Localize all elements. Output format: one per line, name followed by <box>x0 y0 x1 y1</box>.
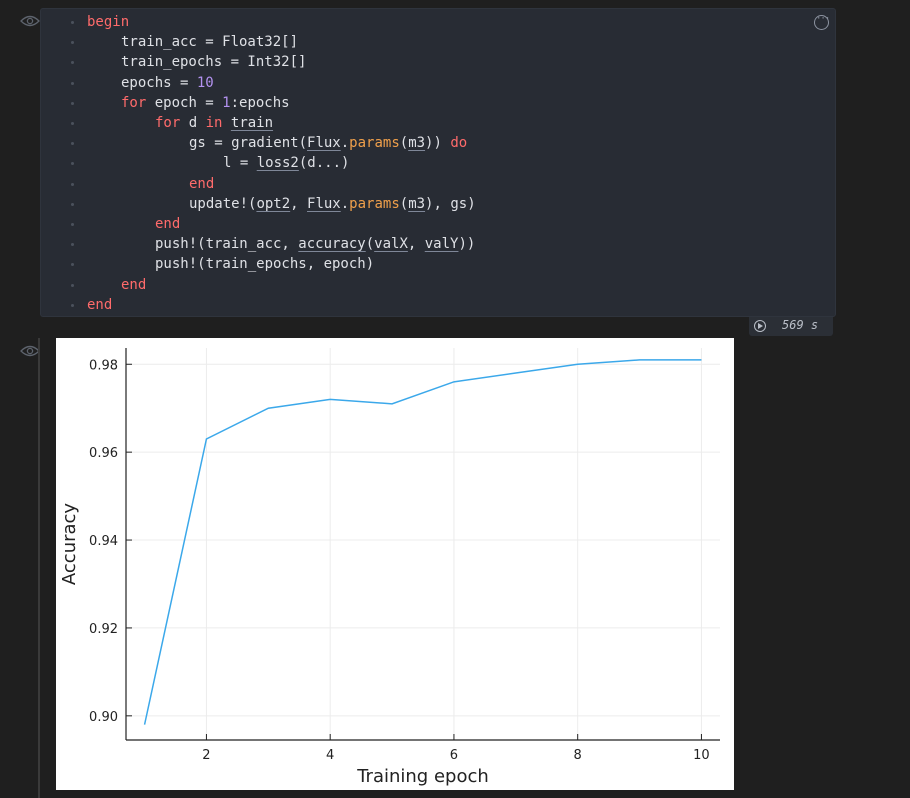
code-token: push!(train_epochs, epoch) <box>155 256 374 272</box>
code-token: opt2 <box>256 196 290 212</box>
code-token: begin <box>87 14 129 30</box>
code-line[interactable]: l = loss2(d...) <box>223 153 349 173</box>
code-token: . <box>341 135 349 151</box>
accuracy-series-line <box>145 360 702 725</box>
line-gutter-dot <box>71 142 74 145</box>
line-gutter-dot <box>71 162 74 165</box>
code-token: loss2 <box>257 155 299 171</box>
code-token: , <box>290 196 307 212</box>
code-token: )) <box>425 135 450 151</box>
code-token: train_epochs = Int32[] <box>121 54 306 70</box>
x-axis-label: Training epoch <box>356 766 489 787</box>
line-gutter-dot <box>71 243 74 246</box>
code-token <box>222 115 230 131</box>
code-token: ), gs) <box>425 196 476 212</box>
code-token: 1 <box>222 95 230 111</box>
code-line[interactable]: push!(train_epochs, epoch) <box>155 254 374 274</box>
code-line[interactable]: gs = gradient(Flux.params(m3)) do <box>189 133 467 153</box>
code-token: epochs = <box>121 75 197 91</box>
code-token: params <box>349 196 400 212</box>
x-tick-label: 4 <box>326 748 334 763</box>
code-line[interactable]: update!(opt2, Flux.params(m3), gs) <box>189 194 476 214</box>
code-line[interactable]: push!(train_acc, accuracy(valX, valY)) <box>155 234 475 254</box>
eye-icon[interactable] <box>20 344 40 358</box>
code-token: m3 <box>408 196 425 212</box>
x-tick-label: 10 <box>693 748 710 763</box>
code-line[interactable]: train_acc = Float32[] <box>121 32 298 52</box>
line-gutter-dot <box>71 263 74 266</box>
cell-menu-button[interactable] <box>814 15 829 30</box>
code-token: (d...) <box>299 155 350 171</box>
code-token: end <box>87 297 112 313</box>
y-tick-label: 0.96 <box>89 446 118 461</box>
x-tick-label: 6 <box>450 748 458 763</box>
y-tick-label: 0.94 <box>89 534 118 549</box>
code-token: epoch = <box>146 95 222 111</box>
line-gutter-dot <box>71 61 74 64</box>
accuracy-line-chart: 0.90 0.92 0.94 0.96 0.98 2 4 6 8 10 Training epoch… <box>56 338 734 790</box>
code-token: for <box>155 115 180 131</box>
code-token: do <box>450 135 467 151</box>
code-token: end <box>121 277 146 293</box>
code-line[interactable]: train_epochs = Int32[] <box>121 52 306 72</box>
code-line[interactable]: epochs = 10 <box>121 73 214 93</box>
line-gutter-dot <box>71 21 74 24</box>
code-token: ( <box>400 135 408 151</box>
code-token: train_acc = Float32[] <box>121 34 298 50</box>
code-token: push!(train_acc, <box>155 236 298 252</box>
code-token: Flux <box>307 196 341 212</box>
y-tick-label: 0.92 <box>89 622 118 637</box>
code-line[interactable]: for epoch = 1:epochs <box>121 93 290 113</box>
code-token: l = <box>223 155 257 171</box>
code-line[interactable]: end <box>121 275 146 295</box>
y-axis-label: Accuracy <box>59 503 80 586</box>
eye-icon[interactable] <box>20 14 40 28</box>
x-tick-label: 2 <box>202 748 210 763</box>
code-token: ( <box>366 236 374 252</box>
plot-output: 0.90 0.92 0.94 0.96 0.98 2 4 6 8 10 Training epoch… <box>56 338 734 790</box>
code-token: Flux <box>307 135 341 151</box>
code-token: valY <box>425 236 459 252</box>
code-line[interactable]: begin <box>87 12 129 32</box>
code-token: gs = gradient( <box>189 135 307 151</box>
code-token: , <box>408 236 425 252</box>
code-token: train <box>231 115 273 131</box>
y-tick-label: 0.98 <box>89 358 118 373</box>
output-cell-bar[interactable] <box>38 338 40 798</box>
code-token: for <box>121 95 146 111</box>
line-gutter-dot <box>71 203 74 206</box>
x-tick-label: 8 <box>574 748 582 763</box>
code-token: accuracy <box>298 236 365 252</box>
code-token: :epochs <box>231 95 290 111</box>
line-gutter-dot <box>71 41 74 44</box>
code-token: ( <box>400 196 408 212</box>
line-gutter-dot <box>71 223 74 226</box>
code-token: end <box>189 176 214 192</box>
play-icon[interactable] <box>754 320 766 332</box>
y-tick-label: 0.90 <box>89 710 118 725</box>
code-token: in <box>206 115 223 131</box>
code-line[interactable]: end <box>189 174 214 194</box>
code-line[interactable]: end <box>87 295 112 315</box>
code-token: end <box>155 216 180 232</box>
line-gutter-dot <box>71 284 74 287</box>
line-gutter-dot <box>71 183 74 186</box>
code-cell[interactable]: begin train_acc = Float32[] train_epochs =… <box>40 8 836 317</box>
code-token: valX <box>374 236 408 252</box>
code-token: )) <box>458 236 475 252</box>
code-token: m3 <box>408 135 425 151</box>
line-gutter-dot <box>71 82 74 85</box>
line-gutter-dot <box>71 122 74 125</box>
code-token: params <box>349 135 400 151</box>
code-token: . <box>341 196 349 212</box>
code-line[interactable]: end <box>155 214 180 234</box>
runtime-value: 569 s <box>782 318 818 332</box>
line-gutter-dot <box>71 102 74 105</box>
code-line[interactable]: for d in train <box>155 113 273 133</box>
line-gutter-dot <box>71 304 74 307</box>
code-token: update!( <box>189 196 256 212</box>
runtime-badge: 569 s <box>749 317 833 336</box>
code-token: 10 <box>197 75 214 91</box>
code-token: d <box>180 115 205 131</box>
